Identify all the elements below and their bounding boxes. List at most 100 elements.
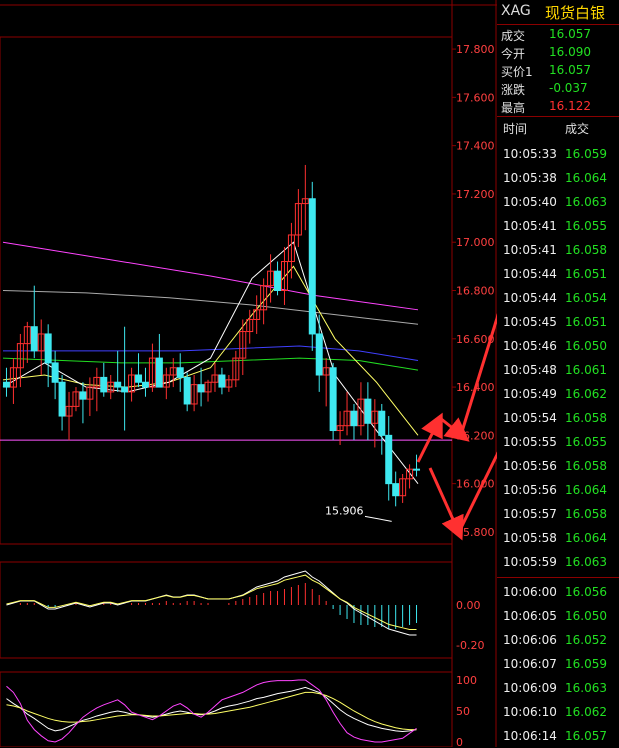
quote-value: 16.057	[549, 63, 591, 77]
tick-row: 10:05:56 16.058	[497, 454, 619, 478]
tick-time: 10:06:05	[503, 609, 557, 623]
moving-average-lines	[2, 241, 419, 484]
price-tick-label: 16.800	[456, 285, 495, 298]
tick-time: 10:06:06	[503, 633, 557, 647]
candle-body	[2, 381, 10, 388]
quote-row: 最高 16.122	[497, 99, 619, 115]
candle-body	[364, 398, 372, 424]
tick-price: 16.056	[565, 585, 607, 599]
tick-time: 10:06:09	[503, 681, 557, 695]
tick-price: 16.058	[565, 243, 607, 257]
tick-time: 10:06:00	[503, 585, 557, 599]
candle-body	[413, 468, 421, 471]
tick-row: 10:05:55 16.055	[497, 430, 619, 454]
candle-body	[79, 391, 87, 400]
quote-row: 买价1 16.057	[497, 63, 619, 79]
tick-row: 10:05:44 16.054	[497, 286, 619, 310]
quote-label: 成交	[501, 29, 526, 43]
tick-row: 10:06:14 16.057	[497, 724, 619, 748]
candle-body	[44, 333, 52, 364]
quote-label: 最高	[501, 101, 526, 115]
quote-value: 16.122	[549, 99, 591, 113]
quote-value: 16.057	[549, 27, 591, 41]
tick-row: 10:05:59 16.063	[497, 550, 619, 574]
macd-dif-line	[6, 570, 417, 636]
tick-time: 10:05:49	[503, 387, 557, 401]
candle-body	[329, 367, 337, 432]
tick-price: 16.054	[565, 291, 607, 305]
candle-body	[350, 410, 358, 427]
tick-row: 10:06:05 16.050	[497, 604, 619, 628]
tick-price: 16.062	[565, 387, 607, 401]
quote-label: 今开	[501, 47, 526, 61]
macd-tick-label: -0.20	[456, 639, 484, 652]
tick-time: 10:05:41	[503, 219, 557, 233]
tick-time: 10:05:38	[503, 171, 557, 185]
candle-body	[114, 381, 122, 388]
tick-price: 16.052	[565, 633, 607, 647]
candle-body	[58, 381, 66, 417]
quote-value: 16.090	[549, 45, 591, 59]
tick-price: 16.050	[565, 339, 607, 353]
candle-body	[30, 326, 38, 352]
tick-price: 16.062	[565, 705, 607, 719]
tick-row: 10:05:41 16.058	[497, 238, 619, 262]
candle-body	[218, 374, 226, 388]
ma-line	[2, 241, 419, 484]
kline-chart: 17.80017.60017.40017.20017.00016.80016.6…	[0, 0, 497, 747]
tick-time: 10:05:58	[503, 531, 557, 545]
tick-divider	[497, 577, 619, 578]
tick-price: 16.058	[565, 459, 607, 473]
quote-panel: XAG 现货白银 成交 16.057 今开 16.090 买价1 16.057 涨跌 -0.0…	[497, 0, 619, 747]
low-annotation-line	[364, 515, 392, 522]
tick-time: 10:06:07	[503, 657, 557, 671]
tick-price: 16.050	[565, 609, 607, 623]
tick-row: 10:06:07 16.059	[497, 652, 619, 676]
symbol-code: XAG	[501, 3, 531, 19]
tick-price: 16.059	[565, 147, 607, 161]
tick-time: 10:05:59	[503, 555, 557, 569]
tick-price: 16.064	[565, 531, 607, 545]
tick-time: 10:05:46	[503, 339, 557, 353]
kdj-tick-label: 50	[456, 705, 470, 718]
symbol-name: 现货白银	[545, 4, 606, 22]
tick-row: 10:05:45 16.051	[497, 310, 619, 334]
price-tick-label: 17.400	[456, 140, 495, 153]
price-tick-label: 17.200	[456, 188, 495, 201]
ticks-header: 时间 成交	[497, 116, 619, 141]
price-tick-label: 17.000	[456, 236, 495, 249]
tick-price: 16.051	[565, 315, 607, 329]
tick-row: 10:05:41 16.055	[497, 214, 619, 238]
macd-frame	[0, 561, 453, 659]
tick-price: 16.059	[565, 657, 607, 671]
tick-row: 10:05:49 16.062	[497, 382, 619, 406]
tick-row: 10:05:58 16.064	[497, 526, 619, 550]
candle-body	[197, 384, 205, 393]
tick-time: 10:05:55	[503, 435, 557, 449]
price-tick-label: 17.600	[456, 91, 495, 104]
kdj-frame	[0, 671, 453, 747]
quote-row: 涨跌 -0.037	[497, 81, 619, 97]
ticks-price-header: 成交	[565, 122, 590, 136]
candle-body	[141, 381, 149, 388]
chart-grid	[0, 0, 497, 747]
price-axis: 17.80017.60017.40017.20017.00016.80016.6…	[452, 43, 495, 539]
candle-body	[155, 357, 163, 388]
tick-time: 10:05:41	[503, 243, 557, 257]
candle-body	[176, 367, 184, 378]
kdj-d-line	[6, 691, 417, 731]
annotations: 15.906	[325, 504, 392, 522]
tick-price: 16.061	[565, 363, 607, 377]
tick-time: 10:05:45	[503, 315, 557, 329]
candlesticks	[2, 164, 421, 507]
low-annotation-label: 15.906	[325, 504, 364, 517]
tick-time: 10:05:44	[503, 291, 557, 305]
quote-label: 涨跌	[501, 83, 526, 97]
tick-row: 10:05:56 16.064	[497, 478, 619, 502]
tick-time: 10:05:48	[503, 363, 557, 377]
tick-time: 10:05:56	[503, 459, 557, 473]
kdj-panel: 100 50 0	[6, 674, 477, 747]
quote-row: 今开 16.090	[497, 45, 619, 61]
candle-body	[385, 434, 393, 485]
candle-body	[392, 483, 400, 497]
